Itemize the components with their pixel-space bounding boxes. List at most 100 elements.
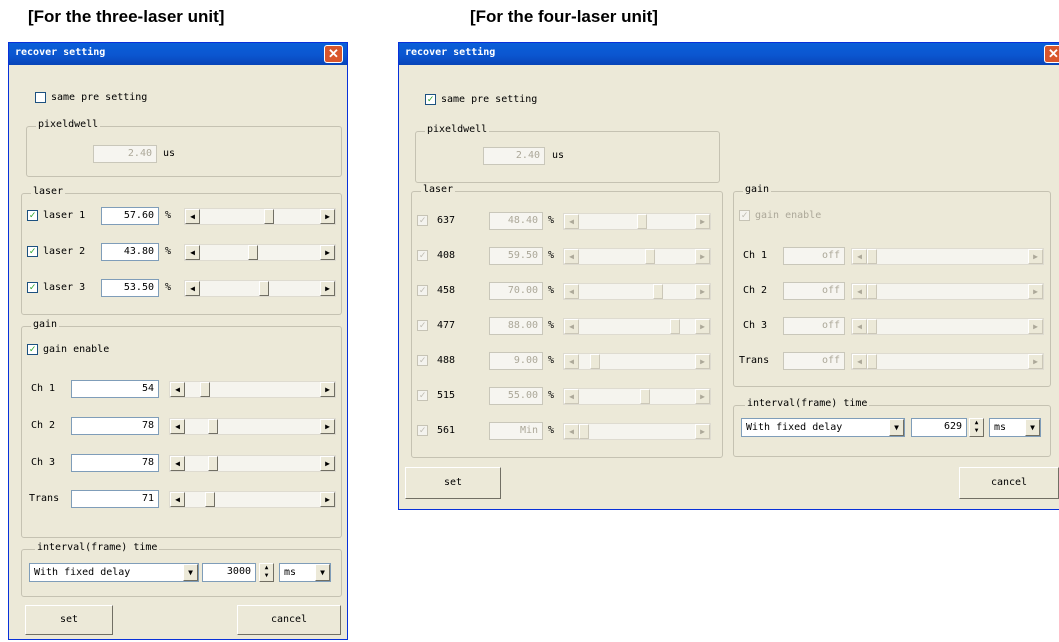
interval-unit-select[interactable]: ms ▼ [279, 563, 331, 582]
arrow-right-icon[interactable]: ▶ [695, 389, 710, 404]
gain-enable-checkbox[interactable]: ✓ [27, 344, 38, 355]
gain-ch3-slider[interactable]: ◀ ▶ [851, 318, 1044, 335]
laser-408-field[interactable]: 59.50 [489, 247, 543, 265]
slider-thumb[interactable] [867, 284, 877, 299]
arrow-right-icon[interactable]: ▶ [320, 245, 335, 260]
laser-477-field[interactable]: 88.00 [489, 317, 543, 335]
gain-ch2-field[interactable]: off [783, 282, 845, 300]
laser-458-field[interactable]: 70.00 [489, 282, 543, 300]
laser-477-slider[interactable]: ◀ ▶ [563, 318, 711, 335]
laser-1-slider[interactable]: ◀ ▶ [184, 208, 336, 225]
slider-thumb[interactable] [200, 382, 210, 397]
gain-ch2-field[interactable]: 78 [71, 417, 159, 435]
gain-ch1-slider[interactable]: ◀ ▶ [851, 248, 1044, 265]
arrow-left-icon[interactable]: ◀ [170, 492, 185, 507]
gain-enable-checkbox[interactable]: ✓ [739, 210, 750, 221]
slider-thumb[interactable] [208, 456, 218, 471]
slider-thumb[interactable] [259, 281, 269, 296]
gain-ch3-field[interactable]: 78 [71, 454, 159, 472]
gain-trans-slider[interactable]: ◀ ▶ [851, 353, 1044, 370]
interval-time-field[interactable]: 3000 [202, 563, 256, 582]
laser-515-field[interactable]: 55.00 [489, 387, 543, 405]
gain-trans-field[interactable]: 71 [71, 490, 159, 508]
arrow-right-icon[interactable]: ▶ [695, 424, 710, 439]
slider-thumb[interactable] [248, 245, 258, 260]
arrow-right-icon[interactable]: ▶ [1028, 249, 1043, 264]
same-pre-setting-checkbox[interactable]: ✓ [425, 94, 436, 105]
arrow-left-icon[interactable]: ◀ [852, 354, 867, 369]
arrow-right-icon[interactable]: ▶ [320, 281, 335, 296]
laser-637-field[interactable]: 48.40 [489, 212, 543, 230]
arrow-right-icon[interactable]: ▶ [320, 456, 335, 471]
arrow-right-icon[interactable]: ▶ [320, 209, 335, 224]
spin-up-down-icon[interactable]: ▲ ▼ [969, 418, 984, 437]
slider-thumb[interactable] [590, 354, 600, 369]
laser-2-checkbox[interactable]: ✓ [27, 246, 38, 257]
slider-thumb[interactable] [640, 389, 650, 404]
arrow-left-icon[interactable]: ◀ [185, 281, 200, 296]
laser-561-field[interactable]: Min [489, 422, 543, 440]
gain-ch1-slider[interactable]: ◀ ▶ [169, 381, 336, 398]
arrow-right-icon[interactable]: ▶ [320, 419, 335, 434]
slider-thumb[interactable] [264, 209, 274, 224]
laser-561-checkbox[interactable]: ✓ [417, 425, 428, 436]
set-button[interactable]: set [25, 605, 113, 635]
arrow-left-icon[interactable]: ◀ [185, 245, 200, 260]
slider-thumb[interactable] [670, 319, 680, 334]
spin-up-down-icon[interactable]: ▲ ▼ [259, 563, 274, 582]
slider-thumb[interactable] [653, 284, 663, 299]
arrow-left-icon[interactable]: ◀ [170, 382, 185, 397]
slider-thumb[interactable] [867, 249, 877, 264]
laser-3-slider[interactable]: ◀ ▶ [184, 280, 336, 297]
laser-1-field[interactable]: 57.60 [101, 207, 159, 225]
laser-515-checkbox[interactable]: ✓ [417, 390, 428, 401]
slider-thumb[interactable] [645, 249, 655, 264]
slider-thumb[interactable] [205, 492, 215, 507]
laser-408-checkbox[interactable]: ✓ [417, 250, 428, 261]
interval-unit-select[interactable]: ms ▼ [989, 418, 1041, 437]
arrow-right-icon[interactable]: ▶ [695, 319, 710, 334]
laser-637-checkbox[interactable]: ✓ [417, 215, 428, 226]
arrow-right-icon[interactable]: ▶ [695, 284, 710, 299]
arrow-left-icon[interactable]: ◀ [564, 354, 579, 369]
close-button[interactable]: ✕ [1044, 45, 1059, 63]
laser-3-field[interactable]: 53.50 [101, 279, 159, 297]
gain-trans-slider[interactable]: ◀ ▶ [169, 491, 336, 508]
cancel-button[interactable]: cancel [959, 467, 1059, 499]
gain-trans-field[interactable]: off [783, 352, 845, 370]
interval-mode-select[interactable]: With fixed delay ▼ [29, 563, 199, 582]
arrow-right-icon[interactable]: ▶ [1028, 284, 1043, 299]
laser-515-slider[interactable]: ◀ ▶ [563, 388, 711, 405]
gain-ch2-slider[interactable]: ◀ ▶ [169, 418, 336, 435]
chevron-down-icon[interactable]: ▼ [889, 419, 904, 436]
arrow-right-icon[interactable]: ▶ [320, 382, 335, 397]
laser-3-checkbox[interactable]: ✓ [27, 282, 38, 293]
interval-time-field[interactable]: 629 [911, 418, 967, 437]
gain-ch3-field[interactable]: off [783, 317, 845, 335]
arrow-right-icon[interactable]: ▶ [695, 354, 710, 369]
chevron-down-icon[interactable]: ▼ [183, 564, 198, 581]
laser-561-slider[interactable]: ◀ ▶ [563, 423, 711, 440]
pixeldwell-field[interactable]: 2.40 [93, 145, 157, 163]
arrow-left-icon[interactable]: ◀ [170, 419, 185, 434]
laser-488-field[interactable]: 9.00 [489, 352, 543, 370]
arrow-right-icon[interactable]: ▶ [1028, 319, 1043, 334]
gain-ch1-field[interactable]: 54 [71, 380, 159, 398]
slider-thumb[interactable] [637, 214, 647, 229]
laser-458-checkbox[interactable]: ✓ [417, 285, 428, 296]
laser-488-slider[interactable]: ◀ ▶ [563, 353, 711, 370]
arrow-right-icon[interactable]: ▶ [1028, 354, 1043, 369]
arrow-left-icon[interactable]: ◀ [185, 209, 200, 224]
laser-408-slider[interactable]: ◀ ▶ [563, 248, 711, 265]
arrow-left-icon[interactable]: ◀ [564, 284, 579, 299]
close-button[interactable]: ✕ [324, 45, 343, 63]
interval-mode-select[interactable]: With fixed delay ▼ [741, 418, 905, 437]
slider-thumb[interactable] [867, 354, 877, 369]
arrow-left-icon[interactable]: ◀ [564, 424, 579, 439]
slider-thumb[interactable] [867, 319, 877, 334]
arrow-left-icon[interactable]: ◀ [564, 214, 579, 229]
arrow-right-icon[interactable]: ▶ [695, 214, 710, 229]
arrow-left-icon[interactable]: ◀ [852, 319, 867, 334]
arrow-left-icon[interactable]: ◀ [564, 249, 579, 264]
arrow-left-icon[interactable]: ◀ [852, 249, 867, 264]
